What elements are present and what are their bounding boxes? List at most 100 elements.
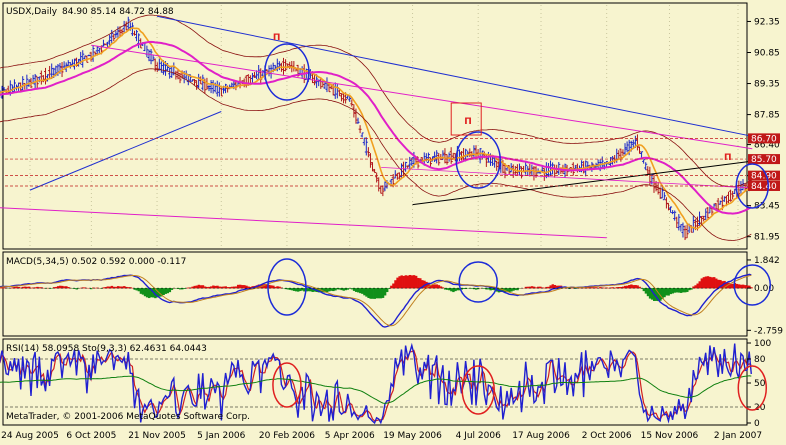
macd-histogram-bar (332, 288, 334, 291)
osc-tick-label: 80 (754, 355, 766, 365)
macd-histogram-bar (386, 288, 388, 292)
macd-histogram-bar (392, 283, 394, 288)
macd-histogram-bar (645, 288, 647, 293)
macd-histogram-bar (730, 284, 732, 288)
macd-histogram-bar (452, 288, 454, 292)
macd-histogram-bar (512, 288, 514, 291)
macd-histogram-bar (531, 286, 533, 288)
macd-histogram-bar (378, 288, 380, 298)
macd-histogram-bar (676, 288, 678, 292)
macd-histogram-bar (448, 288, 450, 290)
macd-histogram-bar (665, 288, 667, 295)
macd-histogram-bar (680, 288, 682, 293)
macd-histogram-bar (400, 275, 402, 288)
macd-histogram-bar (55, 287, 57, 288)
macd-histogram-bar (527, 287, 529, 289)
macd-histogram-bar (287, 288, 289, 289)
macd-histogram-bar (405, 275, 407, 288)
macd-histogram-bar (403, 276, 405, 288)
macd-histogram-bar (701, 278, 703, 288)
macd-histogram-bar (372, 288, 374, 299)
copyright-text: MetaTrader, © 2001-2006 MetaQuotes Softw… (6, 412, 250, 422)
x-tick-label: 6 Oct 2005 (66, 431, 116, 441)
osc-tick-label: 0 (754, 419, 760, 429)
macd-histogram-bar (398, 276, 400, 288)
price-level-label: 84.40 (751, 182, 777, 192)
chart-background (0, 0, 786, 442)
y-tick-label: 81.95 (754, 233, 780, 243)
macd-histogram-bar (663, 288, 665, 297)
macd-histogram-bar (295, 288, 297, 291)
macd-histogram-bar (115, 287, 117, 289)
macd-histogram-bar (138, 288, 140, 291)
macd-histogram-bar (736, 284, 738, 288)
osc-tick-label: 50 (754, 379, 766, 389)
macd-histogram-bar (369, 288, 371, 299)
macd-histogram-bar (738, 284, 740, 288)
x-tick-label: 2 Oct 2006 (582, 431, 632, 441)
macd-histogram-bar (394, 280, 396, 288)
macd-histogram-bar (407, 276, 409, 289)
macd-histogram-bar (167, 288, 169, 293)
macd-title: MACD(5,34,5) 0.502 0.592 0.000 -0.117 (6, 257, 186, 267)
macd-histogram-bar (713, 277, 715, 288)
macd-histogram-bar (347, 288, 349, 290)
macd-histogram-bar (696, 284, 698, 289)
pulse-mark-icon: Π (464, 117, 472, 127)
macd-histogram-bar (591, 287, 593, 288)
macd-histogram-bar (136, 288, 138, 290)
x-tick-label: 5 Apr 2006 (325, 431, 375, 441)
macd-histogram-bar (384, 288, 386, 295)
macd-histogram-bar (343, 288, 345, 291)
macd-histogram-bar (363, 288, 365, 295)
pulse-mark-icon: Π (273, 33, 281, 43)
macd-histogram-bar (510, 288, 512, 291)
macd-histogram-bar (382, 288, 384, 298)
x-tick-label: 15 Nov 2006 (641, 431, 699, 441)
macd-histogram-bar (142, 288, 144, 295)
chart-canvas[interactable]: 24 Aug 20056 Oct 200521 Nov 20055 Jan 20… (0, 0, 786, 442)
macd-histogram-bar (684, 288, 686, 292)
macd-histogram-bar (307, 288, 309, 291)
x-tick-label: 20 Feb 2006 (259, 431, 315, 441)
macd-histogram-bar (516, 288, 518, 290)
x-tick-label: 19 May 2006 (383, 431, 442, 441)
symbol-label: USDX,Daily (6, 7, 58, 17)
macd-histogram-bar (367, 288, 369, 298)
y-tick-label: 92.35 (754, 17, 780, 27)
macd-histogram-bar (345, 288, 347, 290)
macd-histogram-bar (678, 288, 680, 292)
macd-histogram-bar (365, 288, 367, 297)
macd-histogram-bar (417, 278, 419, 288)
y-tick-label: 87.85 (754, 111, 780, 121)
macd-histogram-bar (235, 286, 237, 288)
macd-histogram-bar (111, 286, 113, 289)
x-tick-label: 21 Nov 2005 (128, 431, 186, 441)
ohlc-readout: 84.90 85.14 84.72 84.88 (62, 7, 174, 17)
macd-histogram-bar (231, 287, 233, 289)
macd-histogram-bar (328, 288, 330, 291)
macd-tick-label: -2.759 (754, 326, 783, 336)
price-level-label: 86.70 (751, 134, 777, 144)
macd-histogram-bar (374, 288, 376, 299)
macd-histogram-bar (715, 279, 717, 289)
macd-histogram-bar (667, 288, 669, 295)
macd-histogram-bar (699, 281, 701, 288)
macd-histogram-bar (301, 288, 303, 290)
macd-histogram-bar (552, 284, 554, 288)
macd-histogram-bar (355, 288, 357, 292)
macd-histogram-bar (411, 275, 413, 288)
macd-histogram-bar (359, 288, 361, 293)
macd-histogram-bar (711, 277, 713, 288)
y-tick-label: 90.85 (754, 48, 780, 58)
macd-histogram-bar (674, 288, 676, 293)
macd-histogram-bar (450, 288, 452, 291)
price-level-label: 84.90 (751, 172, 777, 182)
macd-histogram-bar (291, 288, 293, 290)
macd-histogram-bar (409, 275, 411, 288)
osc-tick-label: 100 (754, 339, 771, 349)
macd-histogram-bar (415, 276, 417, 289)
macd-histogram-bar (171, 288, 173, 290)
macd-histogram-bar (357, 288, 359, 292)
macd-histogram-bar (672, 288, 674, 293)
